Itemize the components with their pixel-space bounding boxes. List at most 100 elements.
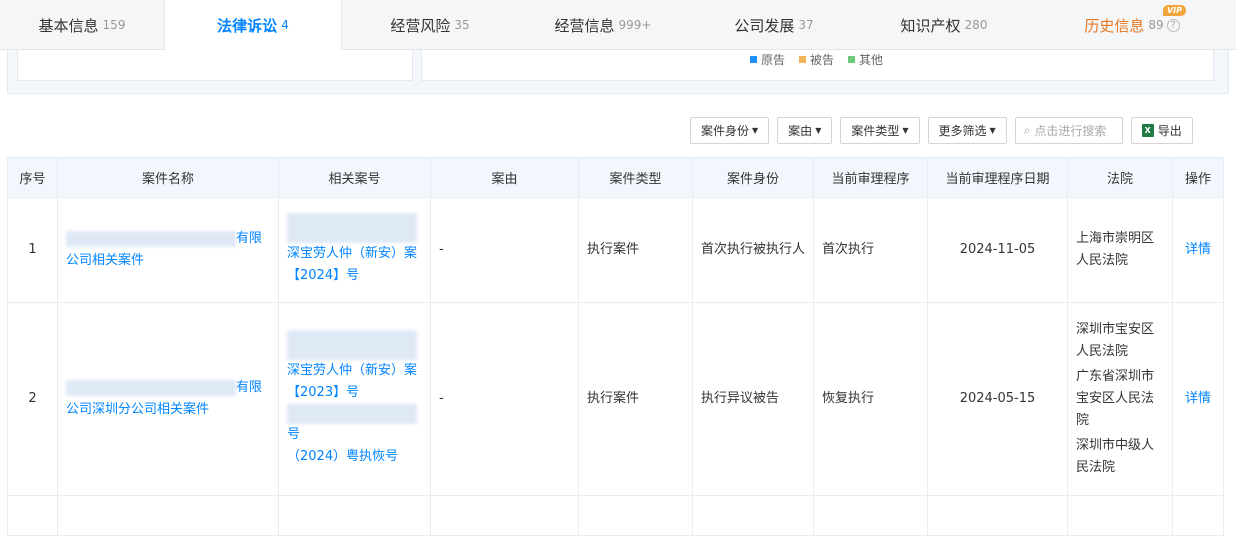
chart-area: 原告 被告 其他 — [7, 50, 1229, 94]
legend-item-other[interactable]: 其他 — [848, 51, 883, 68]
table-cell — [692, 495, 814, 536]
case-number-link[interactable]: 深宝劳人仲（新安）案【2023】号 — [287, 360, 422, 404]
tab-count: 280 — [964, 18, 988, 32]
col-header: 案件类型 — [578, 157, 693, 198]
table-cell — [7, 495, 58, 536]
tab-label: 公司发展 — [734, 16, 795, 35]
legend-label: 其他 — [859, 53, 884, 67]
table-cell — [578, 495, 693, 536]
tab-basic-info[interactable]: 基本信息 159 — [0, 0, 164, 50]
redacted-text — [287, 213, 417, 243]
stage-date-cell: 2024-11-05 — [927, 197, 1068, 303]
col-header: 序号 — [7, 157, 58, 198]
export-button[interactable]: X 导出 — [1130, 117, 1193, 144]
table-cell — [1067, 495, 1173, 536]
case-name-cell: 有限公司相关案件 — [57, 197, 279, 303]
tab-count: 89 — [1148, 18, 1164, 32]
table-cell — [278, 495, 431, 536]
stage-cell: 首次执行 — [813, 197, 928, 303]
case-role-filter[interactable]: 案件身份 ▼ — [690, 117, 770, 144]
case-cause-filter[interactable]: 案由 ▼ — [777, 117, 833, 144]
legend-swatch — [750, 56, 757, 63]
filter-toolbar: 案件身份 ▼ 案由 ▼ 案件类型 ▼ 更多筛选 ▼ ⌕ 点击进行搜索 X 导出 — [690, 117, 1193, 144]
legend-item-defendant[interactable]: 被告 — [799, 51, 834, 68]
case-name-cell: 有限公司深圳分公司相关案件 — [57, 302, 279, 496]
legend-label: 原告 — [761, 53, 786, 67]
redacted-text — [66, 230, 236, 247]
court-cell: 上海市崇明区人民法院 — [1067, 197, 1173, 303]
case-number-link[interactable]: （2024）粤执恢号 — [287, 446, 422, 468]
table-cell — [57, 495, 279, 536]
chart-card-right: 原告 被告 其他 — [421, 50, 1214, 81]
table-row: 2 有限公司深圳分公司相关案件 深宝劳人仲（新安）案【2023】号 号 （202… — [7, 302, 1224, 496]
table-header-row: 序号 案件名称 相关案号 案由 案件类型 案件身份 当前审理程序 当前审理程序日… — [7, 157, 1224, 198]
caret-down-icon: ▼ — [752, 126, 759, 135]
litigation-table: 序号 案件名称 相关案号 案由 案件类型 案件身份 当前审理程序 当前审理程序日… — [7, 157, 1224, 536]
vip-badge: VIP — [1162, 5, 1186, 16]
case-type-filter[interactable]: 案件类型 ▼ — [840, 117, 920, 144]
legend-label: 被告 — [810, 53, 835, 67]
tab-count: 37 — [798, 18, 814, 32]
tab-company-development[interactable]: 公司发展 37 — [688, 0, 860, 50]
court-name: 深圳市中级人民法院 — [1076, 438, 1155, 475]
tab-intellectual-property[interactable]: 知识产权 280 — [860, 0, 1028, 50]
col-header: 法院 — [1067, 157, 1173, 198]
col-header: 当前审理程序 — [813, 157, 928, 198]
legend-swatch — [799, 56, 807, 63]
tab-business-info[interactable]: 经营信息 999+ — [518, 0, 688, 50]
case-number-cell: 深宝劳人仲（新安）案【2024】号 — [278, 197, 431, 303]
detail-link[interactable]: 详情 — [1185, 391, 1211, 406]
court-name: 广东省深圳市宝安区人民法院 — [1076, 369, 1155, 428]
col-header: 案件身份 — [692, 157, 814, 198]
case-number-cell: 深宝劳人仲（新安）案【2023】号 号 （2024）粤执恢号 — [278, 302, 431, 496]
tab-label: 知识产权 — [900, 16, 961, 35]
court-cell: 深圳市宝安区人民法院 广东省深圳市宝安区人民法院 深圳市中级人民法院 — [1067, 302, 1173, 496]
tab-count: 4 — [281, 18, 289, 32]
excel-icon: X — [1141, 124, 1154, 137]
search-icon: ⌕ — [1023, 123, 1031, 137]
filter-label: 案件类型 — [851, 124, 900, 138]
caret-down-icon: ▼ — [902, 126, 909, 135]
filter-label: 案由 — [788, 124, 813, 138]
table-row: 1 有限公司相关案件 深宝劳人仲（新安）案【2024】号 - 执行案件 首次执行… — [7, 197, 1224, 303]
export-label: 导出 — [1157, 124, 1182, 138]
stage-cell: 恢复执行 — [813, 302, 928, 496]
help-icon[interactable]: ? — [1166, 18, 1180, 32]
search-placeholder: 点击进行搜索 — [1034, 124, 1107, 138]
table-cell — [813, 495, 928, 536]
col-header: 案件名称 — [57, 157, 279, 198]
tab-label: 经营信息 — [554, 16, 615, 35]
col-header: 案由 — [430, 157, 579, 198]
table-cell — [1172, 495, 1224, 536]
tab-label: 基本信息 — [38, 16, 99, 35]
tab-label: 法律诉讼 — [217, 16, 278, 35]
more-filters-button[interactable]: 更多筛选 ▼ — [927, 117, 1007, 144]
table-cell — [927, 495, 1068, 536]
cause-cell: - — [430, 197, 579, 303]
redacted-text — [287, 404, 417, 424]
table-row — [7, 495, 1224, 536]
tab-bar: 基本信息 159 法律诉讼 4 经营风险 35 经营信息 999+ 公司发展 37 知识产… — [0, 0, 1236, 50]
search-input[interactable]: ⌕ 点击进行搜索 — [1014, 117, 1123, 144]
case-number-link[interactable]: 深宝劳人仲（新安）案【2024】号 — [287, 246, 417, 283]
tab-history-info[interactable]: VIP 历史信息 89? — [1028, 0, 1236, 50]
detail-link[interactable]: 详情 — [1185, 242, 1211, 257]
row-number: 1 — [7, 197, 58, 303]
detail-cell: 详情 — [1172, 302, 1224, 496]
case-number-link[interactable]: 号 — [287, 424, 422, 446]
court-name: 深圳市宝安区人民法院 — [1076, 322, 1155, 359]
filter-label: 更多筛选 — [938, 124, 987, 138]
redacted-text — [287, 330, 417, 360]
chart-card-left — [17, 50, 413, 81]
chart-legend: 原告 被告 其他 — [750, 51, 883, 68]
caret-down-icon: ▼ — [989, 126, 996, 135]
cause-cell: - — [430, 302, 579, 496]
filter-label: 案件身份 — [701, 124, 750, 138]
tab-business-risk[interactable]: 经营风险 35 — [342, 0, 518, 50]
legend-item-plaintiff[interactable]: 原告 — [750, 51, 785, 68]
col-header: 相关案号 — [278, 157, 431, 198]
tab-legal-litigation[interactable]: 法律诉讼 4 — [164, 0, 342, 50]
case-role-cell: 首次执行被执行人 — [692, 197, 814, 303]
case-type-cell: 执行案件 — [578, 302, 693, 496]
tab-count: 159 — [102, 18, 126, 32]
